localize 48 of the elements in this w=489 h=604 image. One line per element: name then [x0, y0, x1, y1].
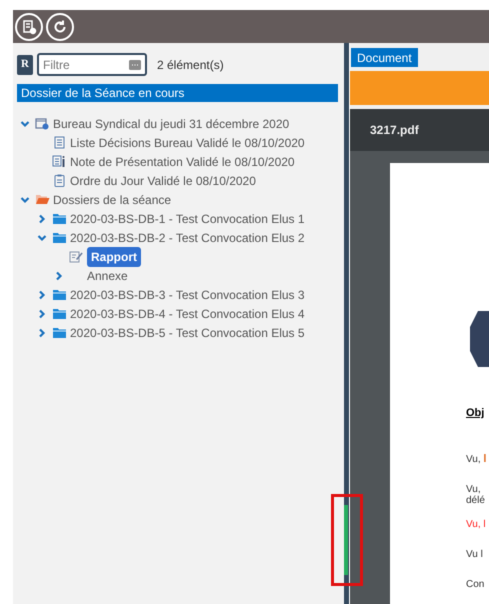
chevron-down-icon[interactable]	[20, 118, 30, 128]
tree-item[interactable]: Note de Présentation Validé le 08/10/2020	[70, 152, 295, 170]
item-count: 2 élément(s)	[157, 56, 224, 74]
refresh-button[interactable]	[46, 12, 74, 40]
document-heading: Obj	[466, 408, 484, 419]
file-name: 3217.pdf	[370, 122, 419, 139]
refresh-icon	[52, 18, 68, 34]
tree-item[interactable]: Rapport	[87, 246, 141, 266]
menu-icon[interactable]	[129, 60, 141, 70]
clipboard-icon	[54, 174, 64, 187]
document-list-icon	[54, 136, 64, 149]
document-text: Vu, l	[466, 454, 486, 465]
document-tab[interactable]: Document	[351, 48, 418, 67]
document-text: Con	[466, 579, 484, 590]
open-folder-icon	[34, 193, 50, 206]
tree-item[interactable]: 2020-03-BS-DB-2 - Test Convocation Elus 2	[70, 228, 305, 246]
tree-item[interactable]: Ordre du Jour Validé le 08/10/2020	[70, 172, 256, 190]
document-text: Vu l	[466, 549, 483, 560]
filter-field[interactable]: Filtre	[37, 53, 147, 76]
document-info-icon	[52, 155, 66, 168]
section-title: Dossier de la Séance en cours	[17, 84, 338, 102]
chevron-down-icon[interactable]	[20, 194, 30, 204]
document-settings-icon	[21, 18, 37, 34]
document-text: délé	[466, 495, 485, 506]
tree-item[interactable]: 2020-03-BS-DB-5 - Test Convocation Elus 5	[70, 324, 305, 342]
tree-item[interactable]: 2020-03-BS-DB-4 - Test Convocation Elus 4	[70, 304, 305, 322]
filter-badge[interactable]: R	[17, 54, 33, 74]
document-text: Vu,	[466, 484, 481, 495]
calendar-check-icon	[35, 117, 49, 130]
filter-input[interactable]: Filtre	[43, 56, 129, 74]
tree-item[interactable]: Annexe	[87, 266, 128, 284]
document-button[interactable]	[15, 12, 43, 40]
folder-icon	[52, 289, 66, 300]
tree-item[interactable]: Bureau Syndical du jeudi 31 décembre 2020	[53, 114, 290, 132]
chevron-down-icon[interactable]	[37, 232, 47, 242]
splitter-handle[interactable]	[344, 505, 348, 575]
folder-icon	[52, 232, 66, 243]
tree-item[interactable]: Dossiers de la séance	[53, 190, 172, 208]
tree-item[interactable]: Liste Décisions Bureau Validé le 08/10/2020	[70, 134, 305, 152]
chevron-right-icon[interactable]	[37, 214, 47, 224]
tree-item[interactable]: 2020-03-BS-DB-1 - Test Convocation Elus 1	[70, 210, 305, 228]
edit-document-icon	[69, 250, 83, 263]
tree-item[interactable]: 2020-03-BS-DB-3 - Test Convocation Elus 3	[70, 286, 305, 304]
logo-icon	[470, 311, 489, 367]
folder-icon	[52, 327, 66, 338]
document-text: Vu, l	[466, 519, 486, 530]
folder-icon	[52, 308, 66, 319]
folder-icon	[52, 213, 66, 224]
